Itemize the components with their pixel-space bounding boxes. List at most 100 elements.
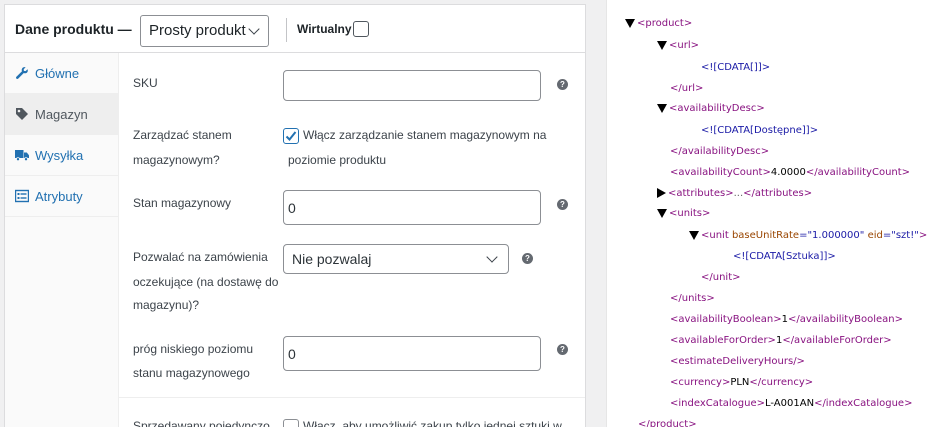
panel-title: Dane produktu — [15,21,132,37]
xml-text: Sztuka [785,251,820,262]
xml-tag: </currency> [749,377,814,388]
xml-cdata: <![CDATA[Dostępne]]> [701,124,818,138]
sold-individually-checkbox[interactable] [283,419,299,427]
help-icon[interactable]: ? [522,253,533,264]
xml-tag: </attributes> [743,188,813,199]
virtual-label: Wirtualny [297,22,352,36]
xml-cdata: <![CDATA[]]> [701,61,770,75]
help-icon[interactable]: ? [557,344,568,355]
tab-general[interactable]: Główne [5,53,119,94]
xml-tag: <url> [669,40,699,51]
tab-inventory[interactable]: Magazyn [5,94,119,135]
header-separator [286,18,287,42]
checkmark-icon [285,131,297,141]
tab-shipping[interactable]: Wysyłka [5,135,119,176]
chevron-down-icon [248,23,260,35]
xml-text: <![CDATA[]]> [701,62,771,73]
manage-stock-text-line2: poziomie produktu [288,153,387,167]
help-icon[interactable]: ? [557,79,568,90]
xml-text: 4.0000 [770,167,806,178]
low-stock-label-line1: próg niskiego poziomu [133,342,254,356]
xml-tag: <availabilityBoolean> [670,314,782,325]
xml-text: ]]> [801,125,819,136]
sku-input[interactable] [283,70,541,101]
collapse-triangle-icon[interactable] [625,18,635,28]
stock-quantity-label: Stan magazynowy [133,196,232,210]
stock-quantity-input[interactable]: 0 [283,190,541,225]
xml-text: <![CDATA[ [733,251,786,262]
xml-tag: <indexCatalogue> [670,398,766,409]
xml-tag: <availableForOrder> [670,335,776,346]
xml-attr-name: eid [867,230,883,241]
xml-tag: </availabilityCount> [805,167,911,178]
xml-node-unit[interactable]: <unit baseUnitRate="1.000000" eid="szt!"… [689,229,927,243]
xml-tag: <units> [669,208,711,219]
xml-tag: > [918,230,928,241]
tab-label: Główne [35,66,80,81]
backorders-label-line3: magazynu)? [133,298,200,312]
sku-label: SKU [133,76,158,90]
xml-node-url[interactable]: <url> [657,39,699,53]
xml-close: </availabilityDesc> [670,145,769,159]
tag-icon [16,108,28,120]
xml-tag: </unit> [701,272,741,283]
xml-close: </product> [638,418,697,427]
help-icon[interactable]: ? [557,199,568,210]
low-stock-input[interactable]: 0 [283,336,541,371]
truck-icon [15,150,29,162]
xml-tag: </availabilityBoolean> [788,314,904,325]
collapse-triangle-icon[interactable] [657,40,667,50]
manage-stock-checkbox[interactable] [283,128,299,144]
xml-text: ]]> [819,251,836,262]
xml-node-attributes[interactable]: <attributes>...</attributes> [657,187,812,201]
collapse-triangle-icon[interactable] [689,230,699,240]
xml-tag: </units> [670,293,715,304]
collapse-triangle-icon[interactable] [657,208,667,218]
xml-tag: </product> [638,419,697,427]
xml-tag: </availableForOrder> [782,335,892,346]
xml-node-index-catalogue: <indexCatalogue>L-A001AN</indexCatalogue… [670,397,912,411]
low-stock-label-line2: stanu magazynowego [133,366,250,380]
xml-node-available-for-order: <availableForOrder>1</availableForOrder> [670,334,892,348]
xml-node-availability-count: <availabilityCount>4.0000</availabilityC… [670,166,910,180]
backorders-label-line2: oczekujące (na dostawę do [133,275,279,289]
sold-individually-text: Włącz, aby umożliwić zakup tylko jednej … [303,419,562,427]
sold-individually-label: Sprzedawany pojedynczo [133,419,270,427]
xml-attr-value: ="1.000000" [799,230,865,241]
xml-node-availability-boolean: <availabilityBoolean>1</availabilityBool… [670,313,903,327]
tab-label: Atrybuty [35,189,83,204]
manage-stock-label-line2: magazynowym? [133,153,220,167]
xml-viewer: <product> <url> <![CDATA[]]> </url> <ava… [606,0,944,427]
wrench-icon [16,67,28,79]
list-icon [15,189,29,203]
product-type-select[interactable]: Prosty produkt [140,15,269,47]
xml-node-units[interactable]: <units> [657,207,710,221]
collapse-triangle-icon[interactable] [657,103,667,113]
xml-tag: <attributes> [668,188,734,199]
xml-tag: <currency> [670,377,731,388]
tab-label: Wysyłka [35,148,84,163]
xml-tag: </availabilityDesc> [670,146,770,157]
xml-attr-name: baseUnitRate [731,230,800,241]
backorders-select[interactable]: Nie pozwalaj [283,244,509,274]
virtual-checkbox[interactable] [353,21,369,37]
panel-header: Dane produktu — Prosty produkt Wirtualny [5,5,585,53]
xml-text: PLN [730,377,750,388]
xml-tag: <availabilityDesc> [669,103,765,114]
backorders-value: Nie pozwalaj [292,251,372,267]
manage-stock-text-line1: Włącz zarządzanie stanem magazynowym na [303,128,547,142]
tab-label: Magazyn [35,107,88,122]
xml-attr-value: ="szt!" [882,230,919,241]
tab-attributes[interactable]: Atrybuty [5,176,119,217]
xml-tag: <estimateDeliveryHours/> [670,356,805,367]
stock-quantity-value: 0 [288,200,296,216]
product-data-panel: Dane produktu — Prosty produkt Wirtualny… [4,4,586,427]
manage-stock-label-line1: Zarządzać stanem [133,128,232,142]
screen: Dane produktu — Prosty produkt Wirtualny… [0,0,944,427]
xml-close: </url> [670,82,703,96]
expand-triangle-icon[interactable] [657,188,666,198]
xml-tag: </url> [670,83,704,94]
xml-node-product[interactable]: <product> [625,17,692,31]
xml-node-availability-desc[interactable]: <availabilityDesc> [657,102,765,116]
xml-close: </units> [670,292,715,306]
